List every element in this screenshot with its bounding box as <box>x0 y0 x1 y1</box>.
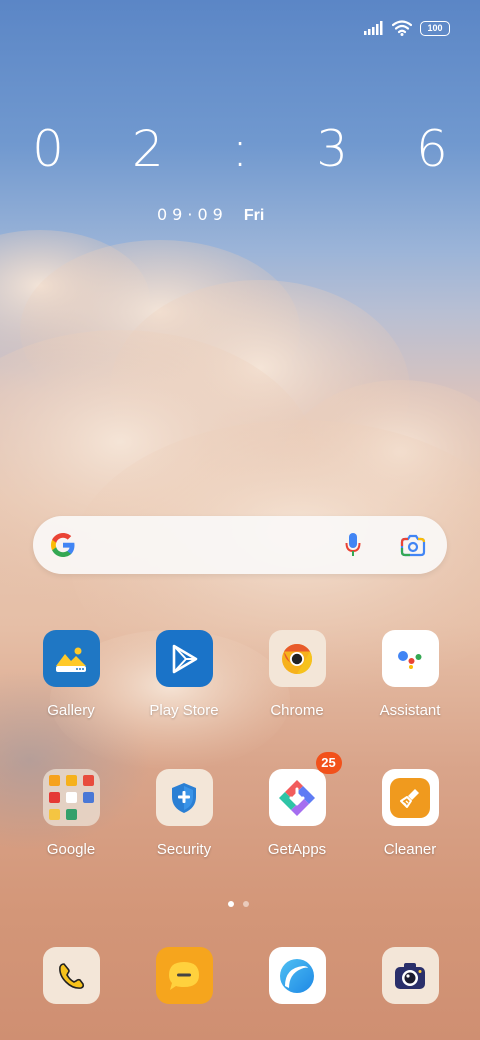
page-dot-2[interactable] <box>243 901 249 907</box>
app-cleaner[interactable]: Cleaner <box>360 769 460 858</box>
app-gallery[interactable]: Gallery <box>21 630 121 719</box>
browser-icon <box>268 947 326 1004</box>
app-label: Chrome <box>270 702 324 719</box>
wifi-icon <box>392 20 412 36</box>
page-dot-1[interactable] <box>228 901 234 907</box>
play-store-icon <box>155 630 213 687</box>
app-label: Security <box>156 841 212 858</box>
app-google-folder[interactable]: Google <box>21 769 121 858</box>
assistant-icon <box>381 630 439 687</box>
app-label: GetApps <box>267 841 327 858</box>
google-g-icon <box>51 533 75 557</box>
battery-indicator: 100 <box>420 20 450 36</box>
dock-browser[interactable] <box>247 947 347 1004</box>
app-label: Google <box>46 841 96 858</box>
date-text: 09·09 <box>157 205 228 224</box>
microphone-icon[interactable] <box>345 532 361 558</box>
app-security[interactable]: Security <box>134 769 234 858</box>
dock-camera[interactable] <box>360 947 460 1004</box>
status-bar: 100 <box>364 18 450 38</box>
app-assistant[interactable]: Assistant <box>360 630 460 719</box>
app-play-store[interactable]: Play Store <box>134 630 234 719</box>
day-text: Fri <box>243 207 265 224</box>
phone-icon <box>42 947 100 1004</box>
security-shield-icon <box>155 769 213 826</box>
google-folder-icon <box>42 769 100 826</box>
home-screen: 100 0 2 : 3 6 09·09 Fri Gallery Play Sto… <box>0 0 480 1040</box>
google-search-bar[interactable] <box>33 516 447 574</box>
page-indicator[interactable] <box>228 901 249 907</box>
cleaner-brush-icon <box>381 769 439 826</box>
chrome-icon <box>268 630 326 687</box>
notification-badge: 25 <box>315 752 342 774</box>
app-label: Play Store <box>149 702 219 719</box>
messages-icon <box>155 947 213 1004</box>
dock-messages[interactable] <box>134 947 234 1004</box>
app-label: Cleaner <box>383 841 437 858</box>
app-chrome[interactable]: Chrome <box>247 630 347 719</box>
dock-phone[interactable] <box>21 947 121 1004</box>
getapps-icon: 25 <box>268 752 342 826</box>
app-getapps[interactable]: 25 GetApps <box>247 752 347 858</box>
app-label: Gallery <box>47 702 95 719</box>
cellular-signal-icon <box>364 21 383 35</box>
gallery-icon <box>42 630 100 687</box>
clock-time[interactable]: 0 2 : 3 6 <box>0 120 480 178</box>
google-lens-icon[interactable] <box>400 533 426 557</box>
app-label: Assistant <box>379 702 441 719</box>
camera-icon <box>381 947 439 1004</box>
clock-date[interactable]: 09·09 Fri <box>157 205 264 225</box>
